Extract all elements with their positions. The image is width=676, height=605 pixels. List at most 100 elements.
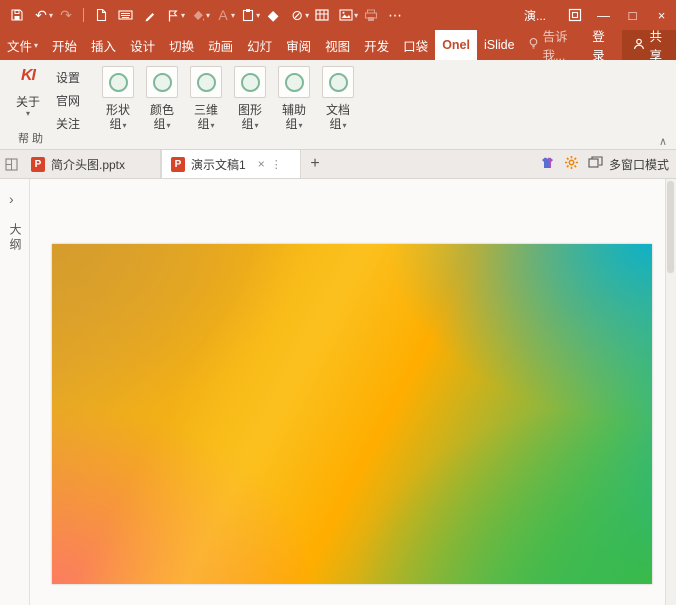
group-3d[interactable]: 三维组▾	[184, 65, 228, 149]
tab-review[interactable]: 审阅	[279, 30, 318, 60]
group-shapes[interactable]: 形状组▾	[96, 65, 140, 149]
save-icon[interactable]	[5, 3, 29, 27]
colors-group-label: 颜色组▾	[150, 103, 174, 133]
group-document[interactable]: 文档组▾	[316, 65, 360, 149]
circle-icon	[109, 73, 128, 92]
caret-down-icon: ▾	[343, 121, 347, 130]
caret-down-icon: ▾	[123, 121, 127, 130]
tab-pocket[interactable]: 口袋	[396, 30, 435, 60]
main-area: › 大纲	[0, 179, 676, 605]
graphics-group-label: 图形组▾	[238, 103, 262, 133]
shapes-group-label: 形状组▾	[106, 103, 130, 133]
docbar-right: 多窗口模式	[540, 150, 676, 178]
pen-button[interactable]	[137, 3, 161, 27]
shapes-group-icon[interactable]	[102, 66, 134, 98]
pptx-file-icon: P	[31, 157, 45, 172]
tell-me-label: 告诉我...	[543, 26, 577, 64]
shape-button[interactable]: ◆	[261, 3, 285, 27]
tab-file[interactable]: 文件▾	[0, 30, 45, 60]
more-commands-button[interactable]: ⋯	[383, 3, 407, 27]
group-colors[interactable]: 颜色组▾	[140, 65, 184, 149]
image-caret-icon[interactable]: ▾	[354, 11, 358, 20]
about-label: 关于	[16, 95, 40, 109]
tab-file-label: 文件	[7, 36, 32, 55]
maximize-button[interactable]: □	[618, 0, 647, 30]
doc-tab-label: 演示文稿1	[191, 156, 246, 173]
doc-tab-intro[interactable]: P 简介头图.pptx	[22, 150, 161, 178]
new-file-button[interactable]	[89, 3, 113, 27]
about-links: 设置 官网 关注	[56, 65, 80, 149]
tell-me-search[interactable]: 告诉我...	[522, 30, 583, 60]
slide-gradient-thumbnail[interactable]	[52, 244, 652, 584]
vertical-scrollbar[interactable]	[665, 179, 676, 605]
ribbon-content: KI 关于 ▾ 设置 官网 关注 形状组▾ 颜色组▾ 三维组▾	[0, 60, 676, 150]
tab-design[interactable]: 设计	[123, 30, 162, 60]
tab-transition[interactable]: 切换	[162, 30, 201, 60]
share-button[interactable]: 共享	[622, 30, 676, 60]
font-color-caret-icon[interactable]: ▾	[231, 11, 235, 20]
tab-onekeytools[interactable]: Onel	[435, 30, 477, 60]
tab-home[interactable]: 开始	[45, 30, 84, 60]
document-group-icon[interactable]	[322, 66, 354, 98]
settings-gear-icon[interactable]	[564, 155, 579, 173]
pptx-file-icon: P	[171, 157, 185, 172]
circle-icon	[241, 73, 260, 92]
circle-icon	[153, 73, 172, 92]
group-graphics[interactable]: 图形组▾	[228, 65, 272, 149]
colors-group-icon[interactable]	[146, 66, 178, 98]
new-tab-button[interactable]: +	[301, 150, 329, 178]
window-title: 演...	[524, 7, 546, 24]
skin-center-icon[interactable]	[540, 156, 555, 173]
format-painter-caret-icon[interactable]: ▾	[181, 11, 185, 20]
multiwindow-icon[interactable]	[588, 156, 603, 172]
tab-insert[interactable]: 插入	[84, 30, 123, 60]
undo-caret-icon[interactable]: ▾	[49, 11, 53, 20]
3d-group-icon[interactable]	[190, 66, 222, 98]
caret-down-icon: ▾	[211, 121, 215, 130]
ribbon-groups: 形状组▾ 颜色组▾ 三维组▾ 图形组▾ 辅助组▾ 文档组▾	[96, 65, 360, 149]
tab-islide[interactable]: iSlide	[477, 30, 522, 60]
follow-link[interactable]: 关注	[56, 117, 80, 132]
expand-panel-icon[interactable]: ›	[9, 191, 14, 207]
circle-icon	[329, 73, 348, 92]
slide-panel-collapsed: › 大纲	[0, 179, 30, 605]
redo-button[interactable]: ↷	[54, 3, 78, 27]
tab-animation[interactable]: 动画	[201, 30, 240, 60]
group-assist[interactable]: 辅助组▾	[272, 65, 316, 149]
scrollbar-thumb[interactable]	[667, 181, 674, 273]
keyboard-button[interactable]	[113, 3, 137, 27]
tab-slideshow[interactable]: 幻灯	[240, 30, 279, 60]
onekeytools-logo: KI	[21, 65, 35, 87]
login-button[interactable]: 登录	[582, 30, 621, 60]
caret-down-icon: ▾	[299, 121, 303, 130]
assist-group-icon[interactable]	[278, 66, 310, 98]
tab-developer[interactable]: 开发	[357, 30, 396, 60]
tab-view[interactable]: 视图	[318, 30, 357, 60]
ribbon-tab-bar: 文件▾ 开始 插入 设计 切换 动画 幻灯 审阅 视图 开发 口袋 Onel i…	[0, 30, 676, 60]
close-tab-icon[interactable]: ×	[258, 157, 265, 171]
multiwindow-label[interactable]: 多窗口模式	[609, 156, 669, 173]
table-button[interactable]	[310, 3, 334, 27]
workspace-icon[interactable]	[0, 150, 22, 178]
circle-icon	[285, 73, 304, 92]
paste-caret-icon[interactable]: ▾	[256, 11, 260, 20]
graphics-group-icon[interactable]	[234, 66, 266, 98]
assist-group-label: 辅助组▾	[282, 103, 306, 133]
outline-panel-tab[interactable]: 大纲	[7, 223, 24, 253]
tab-menu-icon[interactable]: ⋮	[271, 158, 282, 171]
collapse-ribbon-icon[interactable]: ∧	[659, 135, 667, 148]
website-link[interactable]: 官网	[56, 94, 80, 109]
settings-link[interactable]: 设置	[56, 71, 80, 86]
outline-color-caret-icon[interactable]: ▾	[305, 11, 309, 20]
wps-presentation-window: ↶ ▾ ↷ ▾ ▾ A ▾ ▾ ◆ ⊘ ▾	[0, 0, 676, 604]
menurow-right: 告诉我... 登录 共享	[522, 30, 676, 60]
person-icon	[633, 38, 645, 53]
print-button[interactable]	[359, 3, 383, 27]
document-tab-bar: P 简介头图.pptx P 演示文稿1 × ⋮ + 多窗口模式	[0, 150, 676, 179]
document-group-label: 文档组▾	[326, 103, 350, 133]
doc-tab-presentation1[interactable]: P 演示文稿1 × ⋮	[161, 150, 301, 178]
about-caret-icon: ▾	[26, 109, 30, 119]
fill-color-caret-icon[interactable]: ▾	[206, 11, 210, 20]
bulb-icon	[528, 37, 539, 53]
help-group-label: 帮 助	[18, 130, 43, 146]
